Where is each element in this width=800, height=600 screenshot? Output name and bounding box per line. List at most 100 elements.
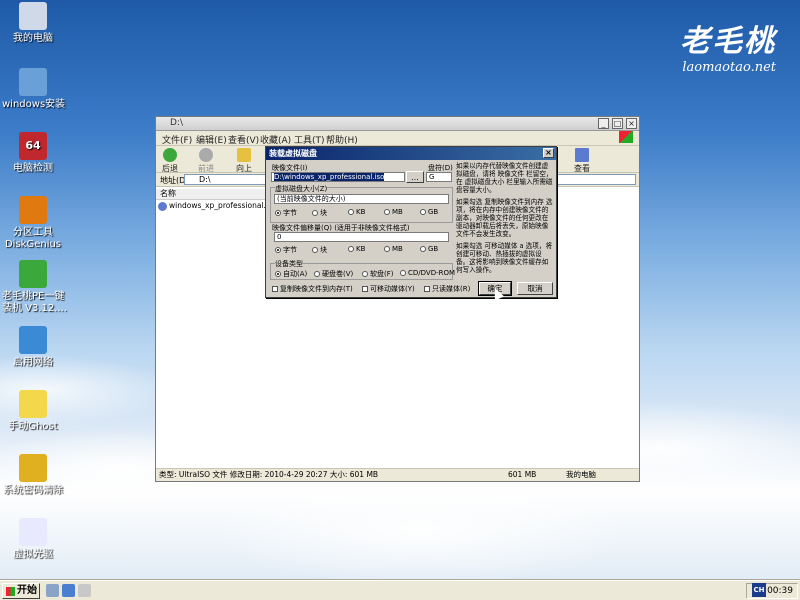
menu-file[interactable]: 文件(F)	[162, 133, 192, 146]
status-size: 601 MB	[508, 470, 537, 479]
desktop-icon[interactable]: 手动Ghost	[2, 390, 64, 433]
cancel-button[interactable]: 取消	[517, 282, 553, 295]
dialog-close-button[interactable]: ×	[543, 148, 554, 158]
quicklaunch-explorer-icon[interactable]	[62, 584, 75, 597]
status-location: 我的电脑	[566, 470, 596, 479]
status-bar: 类型: UltraISO 文件 修改日期: 2010-4-29 20:27 大小…	[156, 468, 639, 481]
device-type-radio[interactable]: 硬盘卷(V)	[314, 269, 353, 279]
image-file-input[interactable]: D:\windows_xp_professional.iso	[271, 172, 405, 182]
radio-icon	[312, 247, 318, 253]
file-item[interactable]: windows_xp_professional.iso	[158, 201, 276, 211]
window-title: D:\	[170, 118, 183, 128]
radio-icon	[400, 270, 406, 276]
quicklaunch-tool-icon[interactable]	[46, 584, 59, 597]
radio-icon	[420, 209, 426, 215]
device-type-radio[interactable]: CD/DVD-ROM	[400, 269, 455, 277]
radio-icon	[420, 246, 426, 252]
view-button[interactable]: 查看	[574, 148, 590, 174]
checkbox-icon	[424, 286, 430, 292]
menu-help[interactable]: 帮助(H)	[326, 133, 358, 146]
quicklaunch-desktop-icon[interactable]	[78, 584, 91, 597]
disk-size-label: 虚拟磁盘大小(Z)	[275, 184, 328, 194]
desktop-icon[interactable]: 我的电脑	[2, 2, 64, 45]
mount-virtual-disk-dialog[interactable]: 装载虚拟磁盘 × 映像文件(I) D:\windows_xp_professio…	[265, 146, 557, 298]
offset-unit-radio[interactable]: 字节	[275, 245, 297, 255]
size-unit-radio[interactable]: KB	[348, 208, 365, 216]
size-unit-radio[interactable]: 字节	[275, 208, 297, 218]
desktop-icon-label: 启用网络	[13, 357, 53, 368]
desktop-icon-label: 系统密码清除	[3, 485, 63, 496]
menu-tools[interactable]: 工具(T)	[294, 133, 325, 146]
desktop-icon-label: 分区工具 DiskGenius	[4, 227, 62, 250]
close-button[interactable]: ×	[626, 118, 637, 129]
offset-unit-radio[interactable]: MB	[384, 245, 403, 253]
ime-indicator[interactable]: CH	[752, 583, 766, 597]
recycle-icon	[19, 260, 47, 288]
radio-icon	[275, 247, 281, 253]
checkbox-icon	[272, 286, 278, 292]
desktop-icon[interactable]: 系统密码清除	[2, 454, 64, 497]
option-checkbox[interactable]: 可移动媒体(Y)	[362, 284, 415, 294]
desktop-icon[interactable]: 老毛桃PE一键 装机 V3.12....	[2, 260, 67, 315]
minimize-button[interactable]: _	[598, 118, 609, 129]
help-text: 如果以内存代替映像文件创建虚拟磁盘，请将 映像文件 栏留空，在 虚拟磁盘大小 栏…	[456, 162, 553, 274]
desktop-icon[interactable]: 分区工具 DiskGenius	[2, 196, 64, 251]
iso-file-icon	[158, 201, 167, 211]
cpu-64-icon: 64	[19, 132, 47, 160]
ghost-icon	[19, 390, 47, 418]
offset-unit-radio[interactable]: 块	[312, 245, 327, 255]
forward-button[interactable]: 前进	[198, 148, 214, 174]
laomaotao-logo: 老毛桃 laomaotao.net	[680, 24, 776, 75]
option-checkbox[interactable]: 只读媒体(R)	[424, 284, 470, 294]
desktop-icon-label: 我的电脑	[13, 33, 53, 44]
desktop-icon[interactable]: 启用网络	[2, 326, 64, 369]
size-unit-radio[interactable]: GB	[420, 208, 438, 216]
radio-icon	[275, 210, 281, 216]
menu-favorites[interactable]: 收藏(A)	[260, 133, 291, 146]
diskgenius-icon	[19, 196, 47, 224]
desktop-icon[interactable]: 64 电脑检测	[2, 132, 64, 175]
radio-icon	[348, 209, 354, 215]
disk-size-input[interactable]: (当前映像文件的大小)	[274, 194, 449, 204]
offset-input[interactable]: 0	[274, 232, 449, 242]
browse-button[interactable]: ...	[406, 171, 424, 183]
offset-unit-radio[interactable]: GB	[420, 245, 438, 253]
device-type-radio[interactable]: 自动(A)	[275, 269, 307, 279]
option-checkbox[interactable]: 复制映像文件到内存(T)	[272, 284, 353, 294]
radio-icon	[348, 246, 354, 252]
explorer-titlebar[interactable]: D:\ _ □ ×	[156, 117, 639, 131]
back-button[interactable]: 后退	[162, 148, 178, 174]
network-icon	[19, 326, 47, 354]
device-type-radio[interactable]: 软盘(F)	[362, 269, 394, 279]
menu-edit[interactable]: 编辑(E)	[196, 133, 227, 146]
menu-view[interactable]: 查看(V)	[228, 133, 259, 146]
up-button[interactable]: 向上	[236, 148, 252, 174]
taskbar: 开始 00:39	[0, 580, 800, 600]
drive-letter-select[interactable]: G	[426, 172, 452, 182]
desktop-icon-label: 手动Ghost	[8, 421, 58, 432]
radio-icon	[312, 210, 318, 216]
maximize-button[interactable]: □	[612, 118, 623, 129]
offset-unit-radio[interactable]: KB	[348, 245, 365, 253]
computer-icon	[19, 2, 47, 30]
radio-icon	[275, 271, 281, 277]
size-unit-radio[interactable]: 块	[312, 208, 327, 218]
radio-icon	[314, 271, 320, 277]
radio-icon	[384, 209, 390, 215]
device-type-label: 设备类型	[275, 259, 303, 269]
start-button[interactable]: 开始	[2, 583, 40, 599]
dialog-title: 装载虚拟磁盘	[269, 149, 317, 158]
virtual-drive-icon	[19, 518, 47, 546]
view-grid-icon	[575, 148, 589, 162]
desktop-icon-label: windows安装	[2, 99, 66, 110]
desktop-icon[interactable]: windows安装	[2, 68, 66, 111]
dialog-titlebar[interactable]: 装载虚拟磁盘 ×	[266, 147, 556, 160]
radio-icon	[362, 271, 368, 277]
column-header-name[interactable]: 名称	[156, 189, 266, 200]
size-unit-radio[interactable]: MB	[384, 208, 403, 216]
radio-icon	[384, 246, 390, 252]
windows-flag-icon	[619, 131, 633, 143]
status-info: 类型: UltraISO 文件 修改日期: 2010-4-29 20:27 大小…	[159, 470, 379, 479]
checkbox-icon	[362, 286, 368, 292]
desktop-icon[interactable]: 虚拟光驱	[2, 518, 64, 561]
